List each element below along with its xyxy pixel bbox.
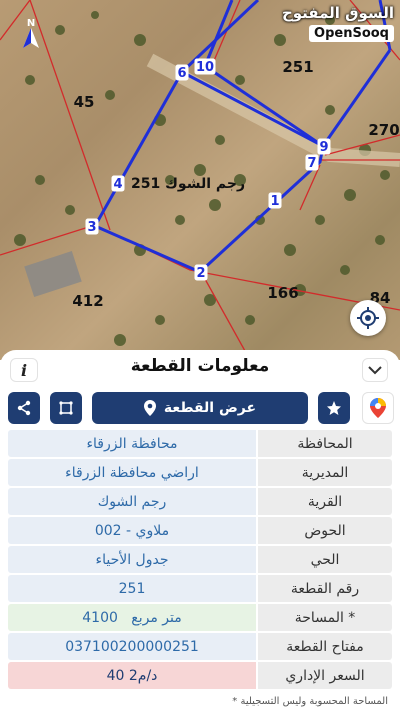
directorate-label: المديرية [258, 459, 392, 486]
vertex-7: 7 [305, 154, 319, 171]
google-maps-icon [370, 398, 386, 418]
area-value: 4100 متر مربع [8, 604, 256, 631]
governorate-label: المحافظة [258, 430, 392, 457]
vertex-2: 2 [194, 264, 208, 281]
bookmark-icon [327, 401, 341, 415]
panel-title: معلومات القطعة [130, 356, 270, 376]
neighborhood-value: جدول الأحياء [8, 546, 256, 573]
table-row-parcel-key: 037100200000251 مفتاح القطعة [8, 633, 392, 660]
map-canvas[interactable]: 1 2 3 4 6 7 9 10 251 45 412 166 84 270 ر… [0, 0, 400, 360]
parcel-label: 45 [74, 93, 95, 111]
collapse-button[interactable] [362, 358, 388, 382]
table-row-parcel-number: 251 رقم القطعة [8, 575, 392, 602]
area-label: المساحة * [258, 604, 392, 631]
vertex-10: 10 [194, 58, 216, 75]
table-row-directorate: اراضي محافظة الزرقاء المديرية [8, 459, 392, 486]
parcel-details-table: محافظة الزرقاء المحافظة اراضي محافظة الز… [8, 430, 392, 691]
directorate-value: اراضي محافظة الزرقاء [8, 459, 256, 486]
parcel-label: 270 [368, 121, 399, 139]
table-row-governorate: محافظة الزرقاء المحافظة [8, 430, 392, 457]
parcel-name-label: رجم الشوك 251 [131, 176, 245, 192]
vertex-9: 9 [317, 138, 331, 155]
admin-price-value: 40 د/م2 [8, 662, 256, 689]
parcel-key-value: 037100200000251 [8, 633, 256, 660]
svg-text:10: 10 [196, 60, 214, 75]
brand-english: OpenSooq [309, 25, 394, 42]
share-button[interactable] [8, 392, 40, 424]
location-pin-icon [143, 400, 156, 416]
building [24, 251, 82, 297]
parcel-number-value: 251 [8, 575, 256, 602]
view-parcel-button[interactable]: عرض القطعة [92, 392, 308, 424]
parcel-key-label: مفتاح القطعة [258, 633, 392, 660]
draw-polygon-button[interactable] [50, 392, 82, 424]
parcel-label: 412 [72, 292, 103, 310]
basin-label: الحوض [258, 517, 392, 544]
view-parcel-label: عرض القطعة [163, 400, 257, 416]
village-value: رجم الشوك [8, 488, 256, 515]
table-row-admin-price: 40 د/م2 السعر الإداري [8, 662, 392, 689]
neighborhood-label: الحي [258, 546, 392, 573]
svg-text:6: 6 [177, 66, 186, 81]
village-label: القرية [258, 488, 392, 515]
share-icon [17, 400, 31, 416]
svg-text:9: 9 [319, 140, 328, 155]
table-row-basin: ملاوي - 002 الحوض [8, 517, 392, 544]
panel-header: i معلومات القطعة [0, 350, 400, 386]
locate-button[interactable] [350, 300, 386, 336]
vertex-3: 3 [85, 218, 99, 235]
table-row-village: رجم الشوك القرية [8, 488, 392, 515]
svg-text:7: 7 [307, 156, 316, 171]
bookmark-button[interactable] [318, 392, 350, 424]
crosshair-icon [357, 307, 379, 329]
parcel-number-label: رقم القطعة [258, 575, 392, 602]
satellite-map[interactable]: 1 2 3 4 6 7 9 10 251 45 412 166 84 270 ر… [0, 0, 400, 360]
parcel-label: 251 [282, 58, 313, 76]
svg-text:3: 3 [87, 220, 96, 235]
table-row-area: 4100 متر مربع المساحة * [8, 604, 392, 631]
action-bar: عرض القطعة [0, 392, 400, 424]
svg-text:N: N [27, 18, 35, 29]
svg-text:2: 2 [196, 266, 205, 281]
brand-arabic: السوق المفتوح [281, 4, 394, 22]
svg-text:1: 1 [270, 194, 279, 209]
vertex-6: 6 [175, 64, 189, 81]
vertex-4: 4 [111, 175, 125, 192]
governorate-value: محافظة الزرقاء [8, 430, 256, 457]
google-maps-button[interactable] [362, 392, 394, 424]
chevron-down-icon [368, 366, 382, 375]
area-footnote: * المساحة المحسوبة وليس التسجيلية [232, 696, 388, 707]
opensooq-logo: السوق المفتوح OpenSooq [282, 4, 394, 42]
polygon-icon [59, 401, 73, 415]
vertex-1: 1 [268, 192, 282, 209]
table-row-neighborhood: جدول الأحياء الحي [8, 546, 392, 573]
parcel-label: 166 [267, 284, 298, 302]
basin-value: ملاوي - 002 [8, 517, 256, 544]
svg-text:4: 4 [113, 177, 122, 192]
north-arrow-icon: N [18, 16, 44, 50]
admin-price-label: السعر الإداري [258, 662, 392, 689]
parcel-info-panel: i معلومات القطعة عرض القطعة محافظة الزرق… [0, 350, 400, 728]
